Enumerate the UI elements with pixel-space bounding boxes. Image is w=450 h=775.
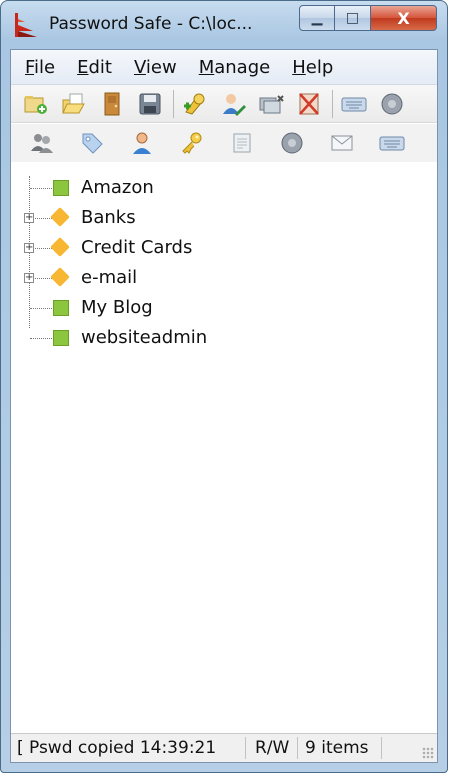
group-icon: [50, 207, 70, 227]
copy-tag-button[interactable]: [79, 130, 105, 156]
maximize-button[interactable]: □: [335, 5, 371, 31]
toolbar-separator: [332, 89, 333, 118]
close-icon: X: [397, 8, 410, 28]
secondary-toolbar: [11, 124, 437, 162]
group-icon: [50, 237, 70, 257]
entry-icon: [53, 330, 69, 346]
status-divider: [245, 737, 246, 759]
tree-connector: [35, 218, 52, 219]
tree-item-amazon[interactable]: Amazon: [11, 174, 431, 204]
tag-icon: [82, 133, 103, 154]
tree-item-label: Amazon: [81, 177, 154, 198]
toolbar-separator: [173, 89, 174, 118]
close-button[interactable]: X: [371, 5, 437, 31]
entry-icon: [53, 180, 69, 196]
tree-item-label: websiteadmin: [81, 327, 208, 348]
tree-group-banks[interactable]: + Banks: [11, 204, 431, 234]
user-icon: [133, 132, 151, 154]
expand-icon[interactable]: +: [24, 213, 34, 223]
open-database-icon: [62, 93, 85, 113]
menu-manage[interactable]: Manage: [199, 57, 271, 78]
menu-view[interactable]: View: [134, 57, 177, 78]
app-logo-icon: [15, 13, 37, 37]
tree-item-my-blog[interactable]: My Blog: [11, 294, 431, 324]
window-title: Password Safe - C:\loc...: [49, 14, 253, 34]
tree-item-label: e-mail: [81, 267, 138, 288]
copy-url-button[interactable]: [279, 130, 305, 156]
keyboard-icon: [341, 97, 367, 111]
key-icon: [182, 132, 202, 154]
new-database-icon: [24, 95, 47, 114]
minimize-button[interactable]: ▁: [299, 5, 335, 31]
copy-keyboard-button[interactable]: [379, 130, 405, 156]
copy-password-button[interactable]: [179, 130, 205, 156]
copy-notes-button[interactable]: [229, 130, 255, 156]
save-button[interactable]: [137, 91, 163, 117]
open-database-button[interactable]: [61, 91, 87, 117]
tree-item-websiteadmin[interactable]: websiteadmin: [11, 324, 431, 354]
menu-edit[interactable]: Edit: [77, 57, 112, 78]
delete-entry-icon: [259, 94, 284, 113]
save-icon: [139, 93, 161, 114]
copy-username-button[interactable]: [29, 130, 55, 156]
minimize-icon: ▁: [311, 10, 323, 26]
clear-clipboard-button[interactable]: [296, 91, 322, 117]
group-icon: [50, 267, 70, 287]
main-toolbar: [11, 85, 437, 123]
menu-help[interactable]: Help: [292, 57, 333, 78]
door-icon: [104, 92, 120, 115]
add-entry-button[interactable]: [182, 91, 208, 117]
globe-icon: [381, 93, 403, 114]
title-bar[interactable]: Password Safe - C:\loc... ▁ □ X: [1, 1, 447, 49]
menu-bar: File Edit View Manage Help: [11, 50, 437, 85]
tree-item-label: My Blog: [81, 297, 153, 318]
client-area: File Edit View Manage Help Amazon + Bank…: [10, 49, 438, 763]
expand-icon[interactable]: +: [24, 243, 34, 253]
caption-buttons: ▁ □ X: [299, 5, 437, 31]
add-entry-icon: [184, 93, 205, 115]
keyboard-icon: [379, 136, 405, 151]
clear-clipboard-icon: [299, 92, 319, 115]
tree-group-e-mail[interactable]: + e-mail: [11, 264, 431, 294]
status-divider: [297, 737, 298, 759]
url-icon: [281, 132, 303, 154]
tree-item-label: Credit Cards: [81, 237, 193, 258]
status-bar: [ Pswd copied 14:39:21 R/W 9 items: [11, 733, 437, 762]
status-message: Pswd copied 14:39:21: [29, 738, 217, 758]
tree-connector: [30, 188, 52, 189]
menu-file[interactable]: File: [25, 57, 55, 78]
status-mode: R/W: [255, 738, 290, 758]
copy-user-button[interactable]: [129, 130, 155, 156]
edit-entry-button[interactable]: [220, 91, 246, 117]
entry-icon: [53, 300, 69, 316]
tree-connector: [30, 338, 52, 339]
tree-group-credit-cards[interactable]: + Credit Cards: [11, 234, 431, 264]
expand-icon[interactable]: +: [24, 273, 34, 283]
tree-connector: [35, 248, 52, 249]
notes-icon: [233, 133, 251, 153]
email-icon: [331, 135, 353, 151]
maximize-icon: □: [345, 10, 360, 26]
edit-entry-icon: [223, 93, 246, 116]
close-database-button[interactable]: [99, 91, 125, 117]
status-divider: [381, 737, 382, 759]
status-lead: [: [17, 738, 24, 758]
app-window: Password Safe - C:\loc... ▁ □ X File Edi…: [0, 0, 448, 773]
browse-url-button[interactable]: [379, 91, 405, 117]
resize-grip-icon[interactable]: [422, 747, 434, 759]
copy-email-button[interactable]: [329, 130, 355, 156]
users-icon: [31, 134, 53, 153]
autotype-button[interactable]: [341, 91, 367, 117]
delete-entry-button[interactable]: [258, 91, 284, 117]
tree-connector: [35, 278, 52, 279]
tree-item-label: Banks: [81, 207, 136, 228]
status-item-count: 9 items: [305, 738, 369, 758]
new-database-button[interactable]: [23, 91, 49, 117]
tree-connector: [30, 308, 52, 309]
